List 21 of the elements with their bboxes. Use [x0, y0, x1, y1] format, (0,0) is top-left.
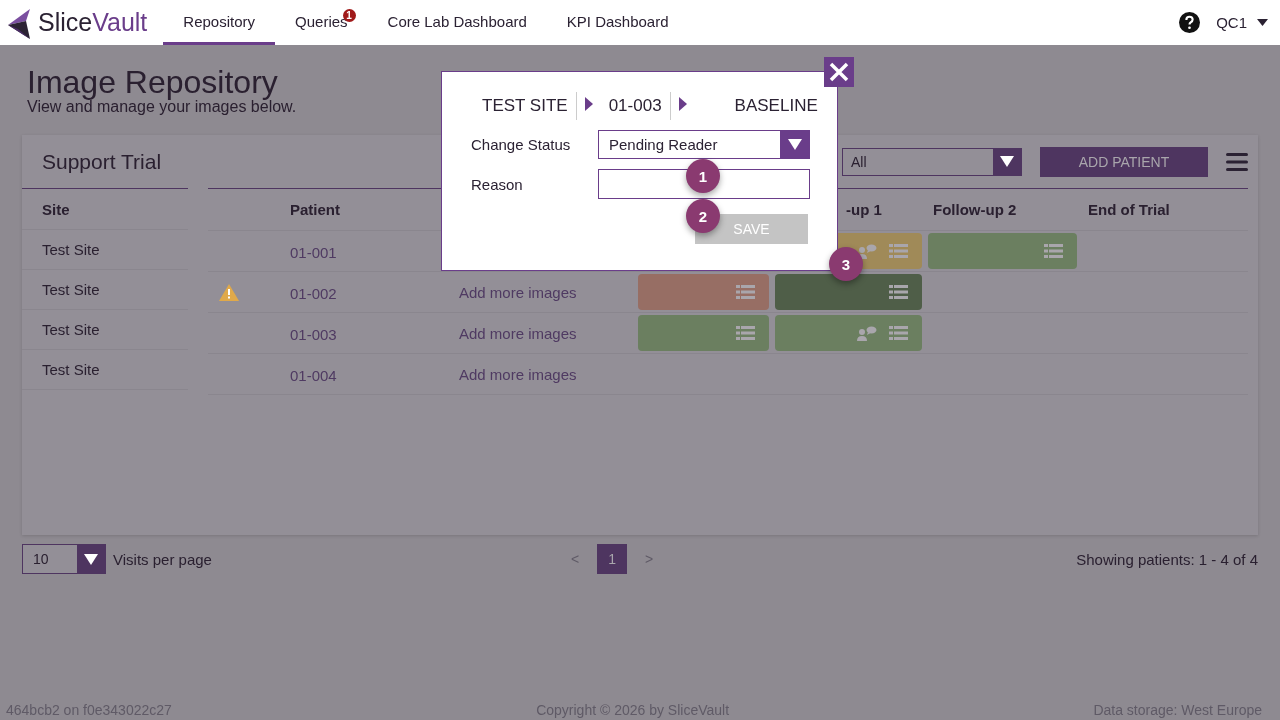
step-marker-tooltip: 1	[686, 159, 720, 193]
brand-name: SliceVault	[38, 8, 148, 37]
breadcrumb-item: TEST SITE	[482, 92, 577, 120]
step-marker-tooltip: 2	[686, 199, 720, 233]
field-label: Reason	[471, 175, 524, 193]
site-cell: Test Site	[42, 281, 100, 298]
site-cell: Test Site	[42, 321, 100, 338]
breadcrumb-item: BASELINE	[734, 95, 819, 117]
site-cell: Test Site	[42, 361, 100, 378]
trial-name: Support Trial	[22, 135, 188, 189]
site-cell: Test Site	[42, 241, 100, 258]
page-title: Image Repository	[26, 65, 278, 99]
column-header: -up 1	[845, 201, 883, 218]
column-header: Site	[42, 200, 70, 218]
page-size-label: Visits per page	[113, 550, 212, 568]
column-header: End of Trial	[1087, 201, 1171, 218]
column-header: Patient	[290, 201, 341, 218]
field-label: Change Status	[471, 136, 572, 153]
breadcrumb-item: 01-003	[608, 92, 671, 120]
column-header: Follow-up 2	[932, 201, 1018, 218]
pagination-summary: Showing patients: 1 - 4 of 4	[1076, 550, 1258, 568]
